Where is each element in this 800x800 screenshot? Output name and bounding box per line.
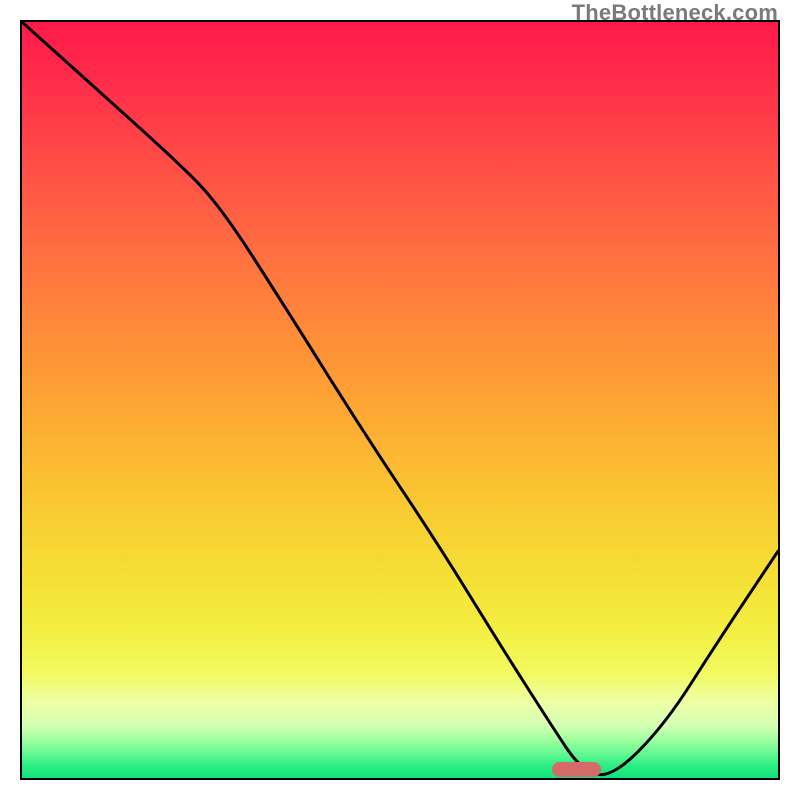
- chart-frame: [20, 20, 780, 780]
- optimal-marker: [552, 762, 601, 777]
- bottleneck-curve-path: [22, 22, 778, 775]
- chart-curve-svg: [22, 22, 778, 778]
